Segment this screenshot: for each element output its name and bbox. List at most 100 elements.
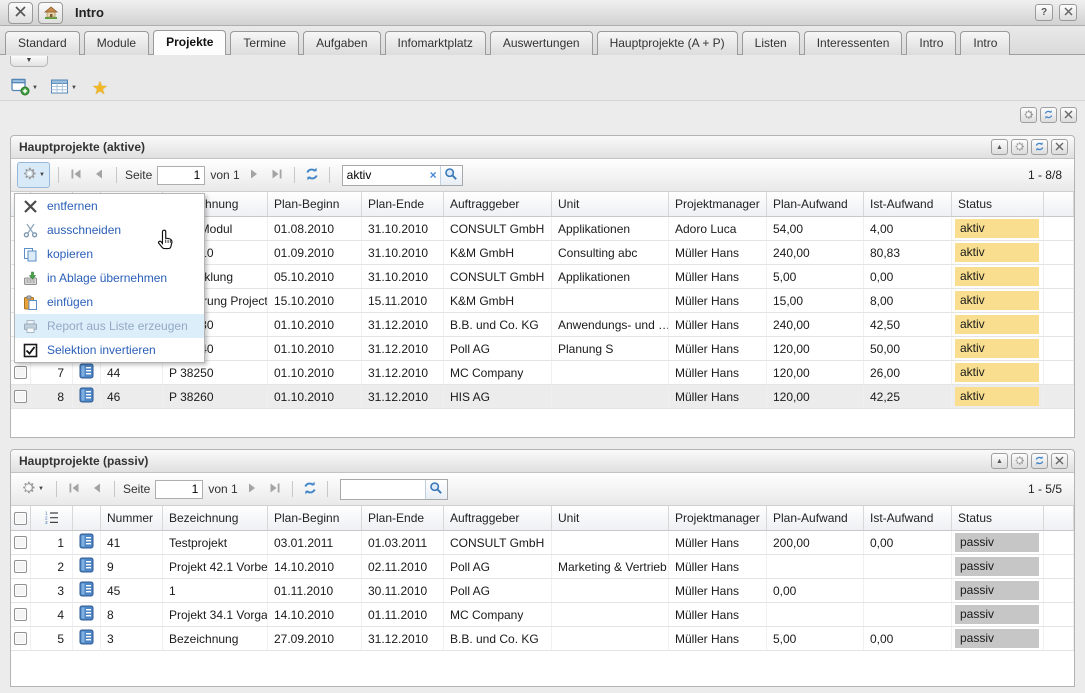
search-input[interactable] [341,481,425,498]
container-refresh-button[interactable] [1040,107,1057,123]
cell-manager: Müller Hans [669,361,767,384]
grid-actions-menu-button[interactable]: ▼ [17,162,50,188]
column-header-plan-beginn[interactable]: Plan-Beginn [268,192,362,216]
home-button[interactable] [38,2,63,24]
column-header-plan-aufwand[interactable]: Plan-Aufwand [767,192,864,216]
menu-item-ausschneiden[interactable]: ausschneiden [15,218,204,242]
menu-item-kopieren[interactable]: kopieren [15,242,204,266]
column-header-plan-beginn[interactable]: Plan-Beginn [268,506,362,530]
column-header-status[interactable]: Status [952,192,1044,216]
page-number-input[interactable] [157,166,205,185]
cell-ende: 31.12.2010 [362,337,444,360]
column-header-auftraggeber[interactable]: Auftraggeber [444,506,552,530]
row-checkbox[interactable] [14,560,27,573]
search-button[interactable] [425,480,447,499]
menu-item-selektion-invertieren[interactable]: Selektion invertieren [15,338,204,362]
panel-close-button[interactable] [1051,453,1068,469]
column-header-projektmanager[interactable]: Projektmanager [669,506,767,530]
panel-header: Hauptprojekte (passiv)▲ [11,450,1074,473]
column-header-unit[interactable]: Unit [552,506,669,530]
row-checkbox[interactable] [14,608,27,621]
help-button[interactable]: ? [1035,4,1053,21]
column-header-plan-aufwand[interactable]: Plan-Aufwand [767,506,864,530]
page-number-input[interactable] [155,480,203,499]
table-row[interactable]: 53Bezeichnung27.09.201031.12.2010B.B. un… [11,627,1074,651]
tab-auswertungen[interactable]: Auswertungen [490,31,593,55]
menu-item-einfügen[interactable]: einfügen [15,290,204,314]
tab-intro[interactable]: Intro [960,31,1010,55]
grid-actions-menu-button[interactable]: ▼ [17,477,48,501]
row-checkbox[interactable] [14,632,27,645]
row-checkbox[interactable] [14,390,27,403]
menu-item-entfernen[interactable]: entfernen [15,194,204,218]
tab-interessenten[interactable]: Interessenten [804,31,903,55]
tab-projekte[interactable]: Projekte [153,30,226,55]
gear-icon [1023,109,1034,122]
refresh-button[interactable] [303,166,321,184]
tab-aufgaben[interactable]: Aufgaben [303,31,380,55]
column-header-auftraggeber[interactable]: Auftraggeber [444,192,552,216]
chevron-down-icon: ▼ [39,172,45,178]
row-checkbox[interactable] [14,536,27,549]
titlebar-close-button[interactable] [1059,4,1077,21]
panel-close-button[interactable] [1051,139,1068,155]
clear-search-icon[interactable]: × [427,168,440,182]
column-header-bezeichnung[interactable]: Bezeichnung [163,506,268,530]
table-row[interactable]: 744P 3825001.10.201031.12.2010MC Company… [11,361,1074,385]
search-input[interactable] [343,167,427,184]
column-header-nummer[interactable]: Nummer [101,506,163,530]
row-checkbox[interactable] [14,584,27,597]
grid-view-dropdown-button[interactable]: ▼ [47,75,80,101]
column-header-status[interactable]: Status [952,506,1044,530]
cell-ist_aufwand: 26,00 [864,361,952,384]
main-toolbar: ▼ ▼ ★ [8,76,108,100]
collapse-handle[interactable]: ▼ [10,56,48,67]
first-page-button[interactable] [67,166,85,184]
tab-listen[interactable]: Listen [742,31,800,55]
last-page-button[interactable] [268,166,286,184]
window-close-button[interactable] [8,2,33,24]
menu-item-report-aus-liste-erzeugen[interactable]: Report aus Liste erzeugen [15,314,204,338]
last-page-button[interactable] [266,480,284,498]
table-row[interactable]: 29Projekt 42.1 Vorbe…14.10.201002.11.201… [11,555,1074,579]
panel-settings-button[interactable] [1011,139,1028,155]
table-row[interactable]: 345101.11.201030.11.2010Poll AGMüller Ha… [11,579,1074,603]
container-settings-button[interactable] [1020,107,1037,123]
tab-hauptprojekte-a-p-[interactable]: Hauptprojekte (A + P) [597,31,738,55]
select-all-checkbox[interactable] [14,512,27,525]
tab-termine[interactable]: Termine [230,31,299,55]
tab-standard[interactable]: Standard [5,31,80,55]
row-checkbox[interactable] [14,366,27,379]
column-header-plan-ende[interactable]: Plan-Ende [362,506,444,530]
column-header-ist-aufwand[interactable]: Ist-Aufwand [864,192,952,216]
column-header-plan-ende[interactable]: Plan-Ende [362,192,444,216]
next-page-button[interactable] [243,480,261,498]
grid-toolbar: ▼Seitevon 11 - 5/5 [11,473,1074,506]
column-header-ist-aufwand[interactable]: Ist-Aufwand [864,506,952,530]
prev-page-button[interactable] [88,480,106,498]
table-row[interactable]: 48Projekt 34.1 Vorga…14.10.201001.11.201… [11,603,1074,627]
panel-refresh-button[interactable] [1031,453,1048,469]
next-page-button[interactable] [245,166,263,184]
table-row[interactable]: 846P 3826001.10.201031.12.2010HIS AGMüll… [11,385,1074,409]
new-window-dropdown-button[interactable]: ▼ [8,75,41,101]
search-button[interactable] [440,166,462,185]
prev-page-button[interactable] [90,166,108,184]
panel-settings-button[interactable] [1011,453,1028,469]
cell-nummer: 3 [101,627,163,650]
row-select-cell [11,627,31,650]
menu-item-in-ablage-übernehmen[interactable]: in Ablage übernehmen [15,266,204,290]
column-header-unit[interactable]: Unit [552,192,669,216]
column-header-projektmanager[interactable]: Projektmanager [669,192,767,216]
panel-refresh-button[interactable] [1031,139,1048,155]
tab-intro[interactable]: Intro [906,31,956,55]
panel-collapse-button[interactable]: ▲ [991,139,1008,155]
container-close-button[interactable] [1060,107,1077,123]
panel-collapse-button[interactable]: ▲ [991,453,1008,469]
tab-infomarktplatz[interactable]: Infomarktplatz [385,31,486,55]
refresh-button[interactable] [301,480,319,498]
table-row[interactable]: 141Testprojekt03.01.201101.03.2011CONSUL… [11,531,1074,555]
tab-module[interactable]: Module [84,31,149,55]
first-page-button[interactable] [65,480,83,498]
favorite-star-icon[interactable]: ★ [92,78,108,99]
